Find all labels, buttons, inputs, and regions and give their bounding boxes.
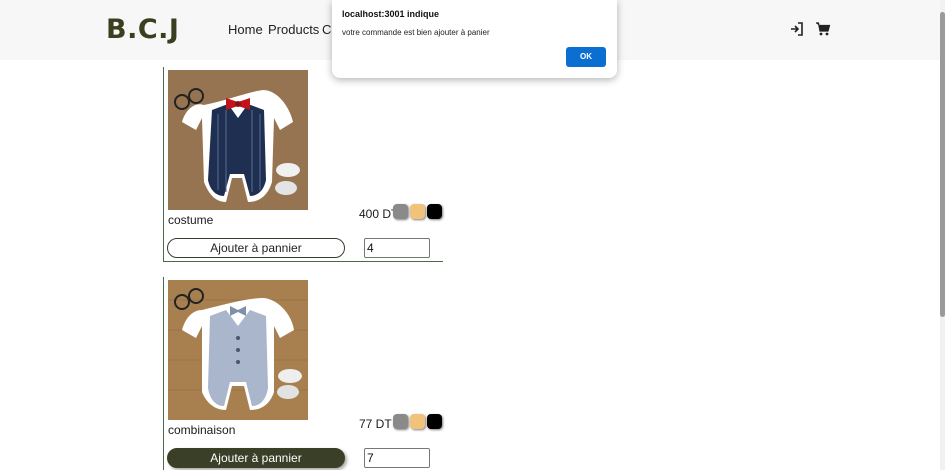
color-swatch-black[interactable] xyxy=(427,414,442,429)
color-swatch-beige[interactable] xyxy=(410,414,425,429)
product-name: combinaison xyxy=(168,423,236,437)
scrollbar[interactable] xyxy=(940,0,945,470)
product-card: costume 400 DT Ajouter à pannier xyxy=(163,67,443,262)
add-to-cart-button[interactable]: Ajouter à pannier xyxy=(167,448,345,468)
color-swatch-black[interactable] xyxy=(427,204,442,219)
add-to-cart-button[interactable]: Ajouter à pannier xyxy=(167,238,345,258)
login-icon[interactable] xyxy=(789,21,805,37)
product-image[interactable] xyxy=(168,70,308,210)
quantity-input[interactable] xyxy=(364,238,430,258)
nav-link-products[interactable]: Products xyxy=(268,22,319,37)
color-swatch-beige[interactable] xyxy=(410,204,425,219)
product-name: costume xyxy=(168,213,214,227)
cart-icon[interactable] xyxy=(815,21,831,37)
product-image[interactable] xyxy=(168,280,308,420)
dialog-message: votre commande est bien ajouter à panier xyxy=(342,28,490,37)
ok-button[interactable]: OK xyxy=(566,47,606,67)
product-price: 77 DT xyxy=(359,417,392,431)
scrollbar-thumb[interactable] xyxy=(940,12,945,317)
dialog-title: localhost:3001 indique xyxy=(342,9,440,19)
brand-logo[interactable]: B.C.J xyxy=(106,14,179,45)
color-swatch-grey[interactable] xyxy=(393,414,408,429)
color-swatch-grey[interactable] xyxy=(393,204,408,219)
alert-dialog: localhost:3001 indique votre commande es… xyxy=(332,0,617,78)
nav-link-home[interactable]: Home xyxy=(228,22,263,37)
product-card: combinaison 77 DT Ajouter à pannier xyxy=(163,277,443,470)
quantity-input[interactable] xyxy=(364,448,430,468)
